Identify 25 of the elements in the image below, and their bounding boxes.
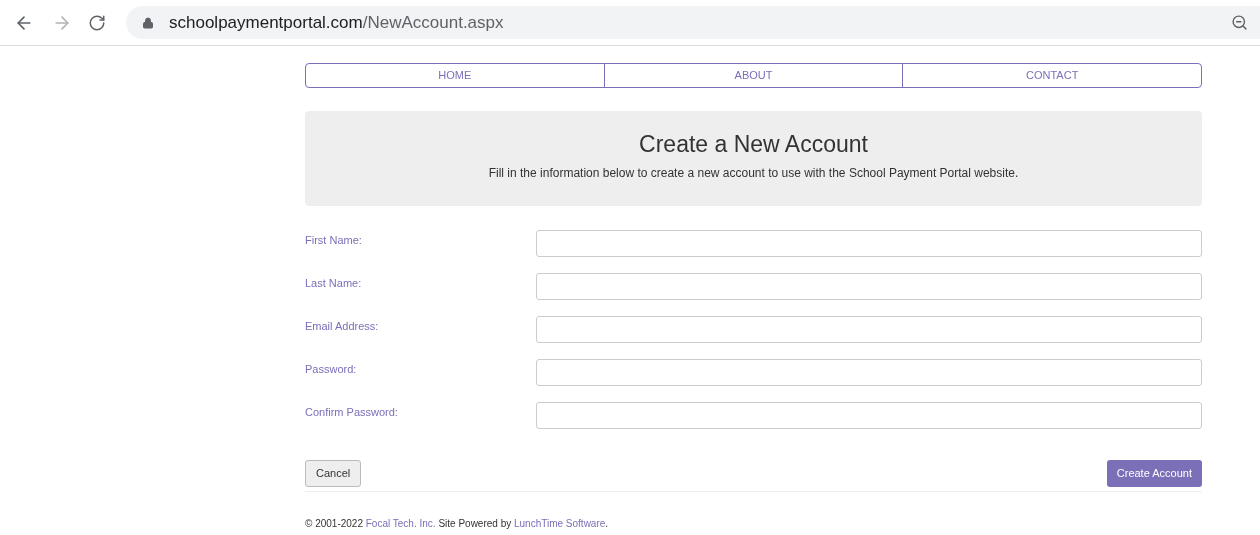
url-path: /NewAccount.aspx xyxy=(362,11,504,34)
reload-icon[interactable] xyxy=(88,13,106,32)
address-bar[interactable]: schoolpaymentportal.com/NewAccount.aspx xyxy=(126,6,1260,39)
input-field[interactable] xyxy=(536,316,1202,343)
field-label: Email Address: xyxy=(305,319,380,334)
input-field[interactable] xyxy=(536,230,1202,257)
zoom-out-icon[interactable] xyxy=(1231,14,1248,31)
input-field[interactable] xyxy=(536,359,1202,386)
nav-link[interactable]: CONTACT xyxy=(902,64,1201,87)
nav-link[interactable]: HOME xyxy=(306,64,604,87)
field-label: Password: xyxy=(305,362,358,377)
url-host: schoolpaymentportal.com xyxy=(169,11,363,34)
create-account-button[interactable]: Create Account xyxy=(1106,460,1202,487)
cancel-button[interactable]: Cancel xyxy=(305,460,362,487)
footer-link[interactable]: Focal Tech. Inc. xyxy=(365,518,436,529)
input-field[interactable] xyxy=(536,273,1202,300)
footer-text: © 2001-2022 Focal Tech. Inc. Site Powered by LunchTime Software. xyxy=(305,518,610,530)
input-field[interactable] xyxy=(536,402,1202,429)
field-label: Confirm Password: xyxy=(305,405,399,420)
page-subtitle: Fill in the information below to create a new account to use with the School Payment Portal website. xyxy=(488,165,1019,182)
field-label: First Name: xyxy=(305,233,363,248)
page-title: Create a New Account xyxy=(639,131,868,158)
lock-icon xyxy=(142,16,154,29)
nav-link[interactable]: ABOUT xyxy=(603,64,903,87)
field-label: Last Name: xyxy=(305,276,363,291)
